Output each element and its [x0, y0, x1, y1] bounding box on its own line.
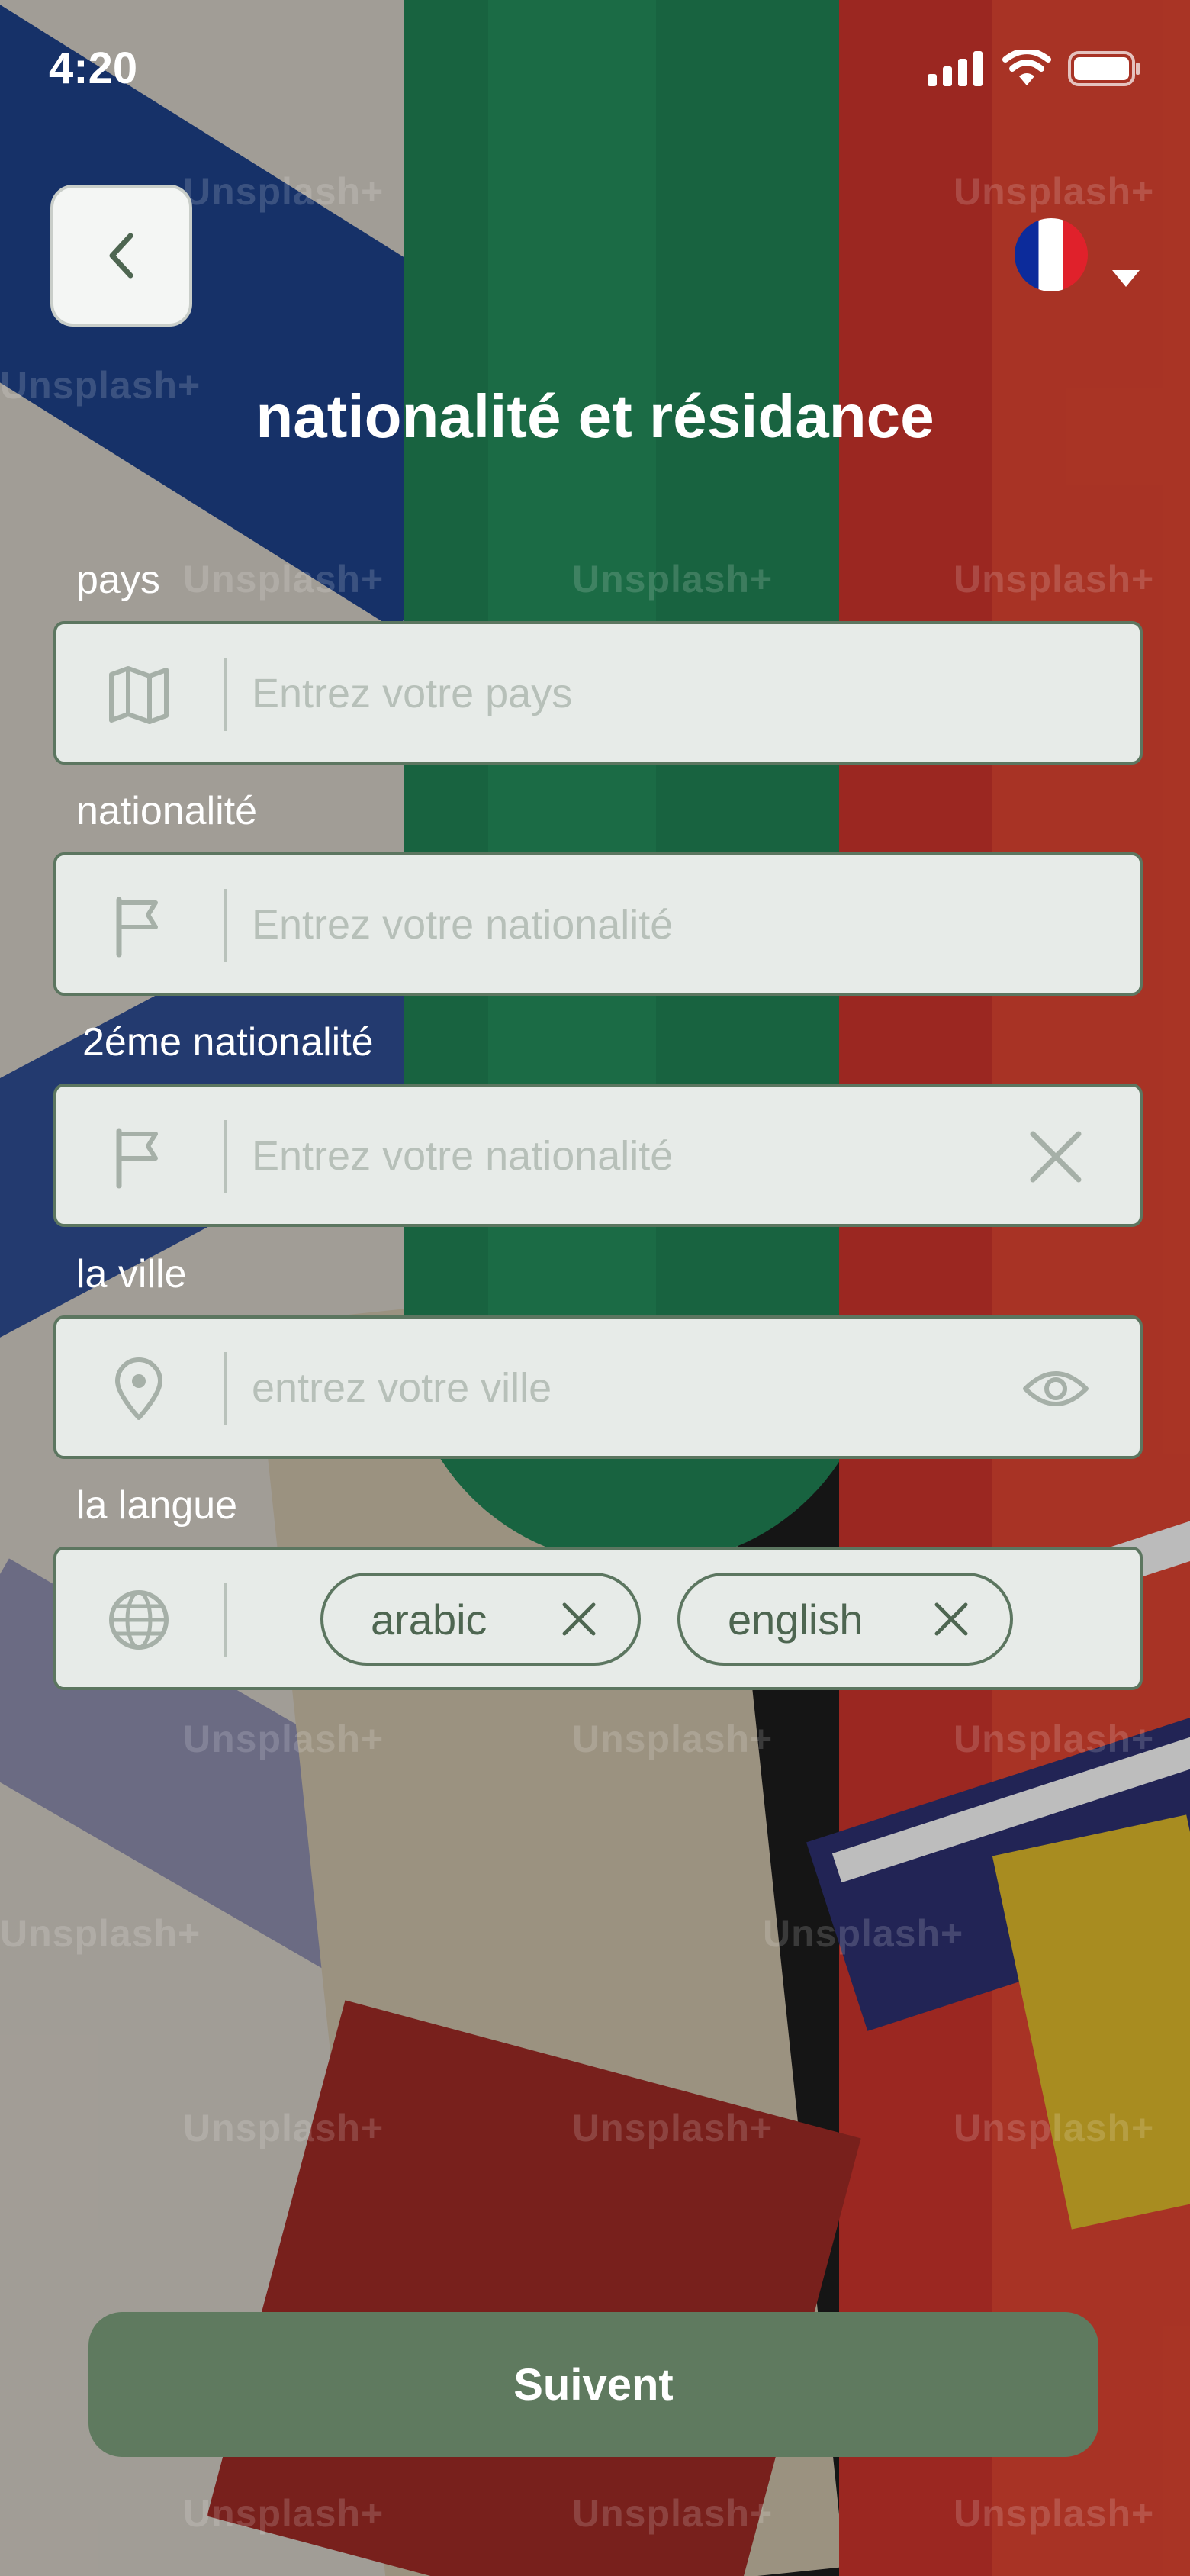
chip-label: arabic — [371, 1595, 487, 1644]
city-input[interactable] — [250, 1319, 1016, 1457]
globe-icon — [109, 1590, 169, 1650]
watermark: Unsplash+ — [572, 2107, 774, 2149]
watermark: Unsplash+ — [954, 558, 1155, 601]
remove-chip-icon[interactable] — [932, 1600, 970, 1638]
watermark: Unsplash+ — [954, 170, 1155, 213]
country-field[interactable] — [53, 621, 1143, 765]
country-input[interactable] — [250, 624, 1016, 763]
status-time: 4:20 — [49, 43, 138, 93]
watermark: Unsplash+ — [183, 2492, 384, 2535]
france-flag-icon — [1015, 218, 1088, 291]
watermark: Unsplash+ — [763, 1912, 964, 1955]
field-divider — [224, 1583, 227, 1657]
language-chip-english[interactable]: english — [677, 1573, 1013, 1666]
nationality-label: nationalité — [76, 789, 258, 833]
page-title: nationalité et résidance — [256, 382, 934, 450]
caret-down-icon — [1112, 270, 1140, 287]
watermark: Unsplash+ — [183, 2107, 384, 2149]
city-field[interactable] — [53, 1315, 1143, 1459]
chevron-left-icon — [109, 233, 133, 279]
watermark: Unsplash+ — [954, 1718, 1155, 1760]
status-icons — [928, 50, 1141, 87]
eye-icon[interactable] — [1022, 1355, 1089, 1422]
language-field[interactable]: arabic english — [53, 1547, 1143, 1690]
chip-label: english — [728, 1595, 864, 1644]
second-nationality-label: 2éme nationalité — [82, 1020, 374, 1064]
field-divider — [224, 658, 227, 731]
second-nationality-input[interactable] — [250, 1087, 1016, 1225]
watermark: Unsplash+ — [954, 2107, 1155, 2149]
wifi-icon — [1002, 50, 1051, 85]
remove-chip-icon[interactable] — [560, 1600, 598, 1638]
battery-icon — [1068, 51, 1140, 86]
nationality-field[interactable] — [53, 852, 1143, 996]
flag-icon — [116, 1128, 158, 1189]
field-divider — [224, 1120, 227, 1193]
watermark: Unsplash+ — [572, 2492, 774, 2535]
location-pin-icon — [115, 1357, 162, 1420]
country-label: pays — [76, 558, 160, 602]
language-selector[interactable] — [1015, 215, 1144, 291]
nationality-input[interactable] — [250, 855, 1016, 994]
language-chip-arabic[interactable]: arabic — [320, 1573, 641, 1666]
second-nationality-field[interactable] — [53, 1084, 1143, 1227]
cellular-signal-icon — [928, 51, 983, 86]
close-icon[interactable] — [1022, 1123, 1089, 1190]
field-divider — [224, 1352, 227, 1425]
back-button[interactable] — [50, 185, 192, 327]
watermark: Unsplash+ — [572, 558, 774, 601]
language-label: la langue — [76, 1483, 238, 1528]
watermark: Unsplash+ — [183, 1718, 384, 1760]
watermark: Unsplash+ — [183, 558, 384, 601]
watermark: Unsplash+ — [183, 170, 384, 213]
next-button[interactable]: Suivent — [88, 2312, 1098, 2457]
city-label: la ville — [76, 1252, 187, 1296]
watermark: Unsplash+ — [572, 1718, 774, 1760]
map-icon — [109, 666, 169, 724]
watermark: Unsplash+ — [0, 1912, 201, 1955]
field-divider — [224, 889, 227, 962]
flag-icon — [116, 897, 158, 958]
watermark: Unsplash+ — [954, 2492, 1155, 2535]
